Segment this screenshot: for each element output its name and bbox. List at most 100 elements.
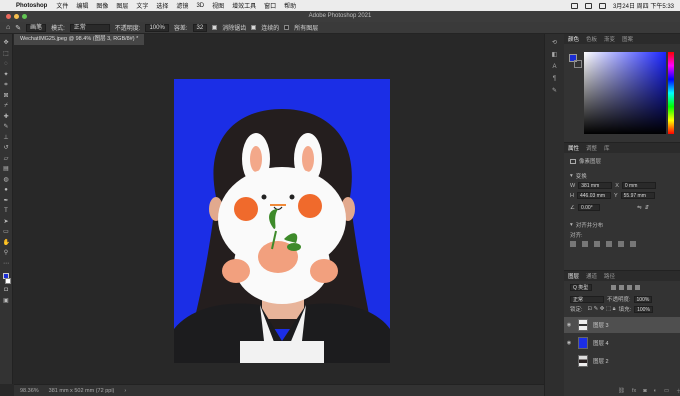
panel-background-swatch[interactable] xyxy=(574,60,582,68)
menu-3d[interactable]: 3D xyxy=(196,3,204,9)
layer-row[interactable]: ◉ 图层 3 xyxy=(564,317,680,333)
transform-header[interactable]: ▾ 变换 xyxy=(570,172,587,180)
flip-horizontal-icon[interactable]: ⇋ xyxy=(637,205,642,211)
eye-icon[interactable]: ◉ xyxy=(564,322,574,328)
menu-help[interactable]: 帮助 xyxy=(284,1,296,10)
adjustment-layer-icon[interactable]: ◐ xyxy=(654,388,657,394)
screen-mode-icon[interactable]: ▣ xyxy=(3,298,10,305)
blend-mode-select[interactable]: 正常 xyxy=(570,295,604,303)
tab-adjustments[interactable]: 调整 xyxy=(586,144,597,152)
align-bottom-icon[interactable] xyxy=(630,241,636,247)
menu-layer[interactable]: 图层 xyxy=(116,1,128,10)
clone-stamp-tool-icon[interactable]: ⊥ xyxy=(3,135,10,142)
wifi-icon[interactable] xyxy=(584,2,592,9)
eraser-tool-icon[interactable]: ▱ xyxy=(3,156,10,163)
tab-gradients[interactable]: 渐变 xyxy=(604,35,615,43)
align-header[interactable]: ▾ 对齐并分布 xyxy=(570,221,603,229)
align-vcenter-icon[interactable] xyxy=(618,241,624,247)
hand-tool-icon[interactable]: ✋ xyxy=(3,240,10,247)
lasso-tool-icon[interactable]: ◌ xyxy=(3,61,10,68)
adjustments-panel-icon[interactable]: ◧ xyxy=(551,52,559,59)
menu-edit[interactable]: 编辑 xyxy=(76,1,88,10)
filter-pixel-icon[interactable] xyxy=(611,285,616,290)
lock-icon[interactable]: ⊡ ✎ ✥ ⬚ 🔒︎ xyxy=(588,306,616,313)
tab-swatches[interactable]: 色板 xyxy=(586,35,597,43)
document-info[interactable]: 381 mm x 502 mm (72 ppi) xyxy=(49,388,115,394)
opacity-input[interactable]: 100% xyxy=(145,23,169,32)
paragraph-panel-icon[interactable]: ¶ xyxy=(551,76,559,83)
menu-filter[interactable]: 滤镜 xyxy=(176,1,188,10)
align-left-icon[interactable] xyxy=(570,241,576,247)
app-menu-photoshop[interactable]: Photoshop xyxy=(16,3,47,9)
layer-name[interactable]: 图层 4 xyxy=(593,339,609,347)
menu-image[interactable]: 图像 xyxy=(96,1,108,10)
tab-channels[interactable]: 通道 xyxy=(586,272,597,280)
layer-kind-filter[interactable]: Q 类型 xyxy=(570,284,592,291)
search-icon[interactable] xyxy=(598,2,606,9)
new-layer-icon[interactable]: ＋ xyxy=(676,387,680,395)
x-input[interactable]: 0 mm xyxy=(621,182,656,189)
layer-row[interactable]: ◉ 图层 4 xyxy=(564,335,680,351)
layer-name[interactable]: 图层 3 xyxy=(593,321,609,329)
path-selection-tool-icon[interactable]: ➤ xyxy=(3,219,10,226)
flip-vertical-icon[interactable]: ⇵ xyxy=(645,205,650,211)
tab-paths[interactable]: 路径 xyxy=(604,272,615,280)
eyedropper-tool-icon[interactable]: ⌿ xyxy=(3,103,10,110)
frame-tool-icon[interactable]: ⊠ xyxy=(3,93,10,100)
tab-properties[interactable]: 属性 xyxy=(568,144,579,152)
zoom-window-button[interactable] xyxy=(22,14,27,19)
new-group-icon[interactable]: ▭ xyxy=(664,388,669,394)
align-top-icon[interactable] xyxy=(606,241,612,247)
minimize-window-button[interactable] xyxy=(14,14,19,19)
filter-adjustment-icon[interactable] xyxy=(619,285,624,290)
layer-row[interactable]: 图层 2 xyxy=(564,353,680,369)
tolerance-input[interactable]: 32 xyxy=(192,23,208,32)
blur-tool-icon[interactable]: ◍ xyxy=(3,177,10,184)
marquee-tool-icon[interactable]: ⬚ xyxy=(3,51,10,58)
clock[interactable]: 3月24日 周四 下午5:33 xyxy=(613,1,674,10)
document-image[interactable] xyxy=(174,79,390,363)
crop-tool-icon[interactable]: ⌗ xyxy=(3,82,10,89)
add-mask-icon[interactable]: ◙ xyxy=(643,388,646,394)
menu-type[interactable]: 文字 xyxy=(136,1,148,10)
align-right-icon[interactable] xyxy=(594,241,600,247)
filter-shape-icon[interactable] xyxy=(635,285,640,290)
home-icon[interactable]: ⌂ xyxy=(6,24,10,31)
character-panel-icon[interactable]: A xyxy=(551,64,559,71)
dodge-tool-icon[interactable]: ● xyxy=(3,187,10,194)
brush-tool-icon[interactable]: ✎ xyxy=(15,24,21,32)
move-tool-icon[interactable]: ✥ xyxy=(3,40,10,47)
status-arrow-icon[interactable]: › xyxy=(124,388,126,394)
menu-plugins[interactable]: 增效工具 xyxy=(232,1,256,10)
quick-mask-icon[interactable]: ◘ xyxy=(3,287,10,294)
align-hcenter-icon[interactable] xyxy=(582,241,588,247)
tab-layers[interactable]: 图层 xyxy=(568,272,579,280)
more-tools-icon[interactable]: ⋯ xyxy=(3,261,10,268)
tab-libraries[interactable]: 库 xyxy=(604,144,610,152)
history-panel-icon[interactable]: ⟲ xyxy=(551,40,559,47)
brush-settings-panel-icon[interactable]: ✎ xyxy=(551,88,559,95)
healing-brush-tool-icon[interactable]: ✚ xyxy=(3,114,10,121)
close-window-button[interactable] xyxy=(6,14,11,19)
menu-view[interactable]: 视图 xyxy=(212,1,224,10)
shape-tool-icon[interactable]: ▭ xyxy=(3,229,10,236)
filter-type-icon[interactable] xyxy=(627,285,632,290)
hue-slider[interactable] xyxy=(668,52,674,134)
zoom-tool-icon[interactable]: ⚲ xyxy=(3,250,10,257)
type-tool-icon[interactable]: T xyxy=(3,208,10,215)
layer-name[interactable]: 图层 2 xyxy=(593,357,609,365)
canvas-area[interactable] xyxy=(14,45,544,384)
width-input[interactable]: 381 mm xyxy=(578,182,613,189)
y-input[interactable]: 55.97 mm xyxy=(620,192,655,199)
tab-patterns[interactable]: 图案 xyxy=(622,35,633,43)
menu-window[interactable]: 窗口 xyxy=(264,1,276,10)
background-color-swatch[interactable] xyxy=(5,277,11,284)
link-layers-icon[interactable]: ⛓ xyxy=(618,388,625,394)
history-brush-tool-icon[interactable]: ↺ xyxy=(3,145,10,152)
zoom-level[interactable]: 98.36% xyxy=(20,388,39,394)
all-layers-checkbox[interactable] xyxy=(284,25,290,30)
layer-opacity-input[interactable]: 100% xyxy=(633,295,653,303)
brush-tool-icon[interactable]: ✎ xyxy=(3,124,10,131)
height-input[interactable]: 446.03 mm xyxy=(576,192,611,199)
magic-wand-tool-icon[interactable]: ✦ xyxy=(3,72,10,79)
